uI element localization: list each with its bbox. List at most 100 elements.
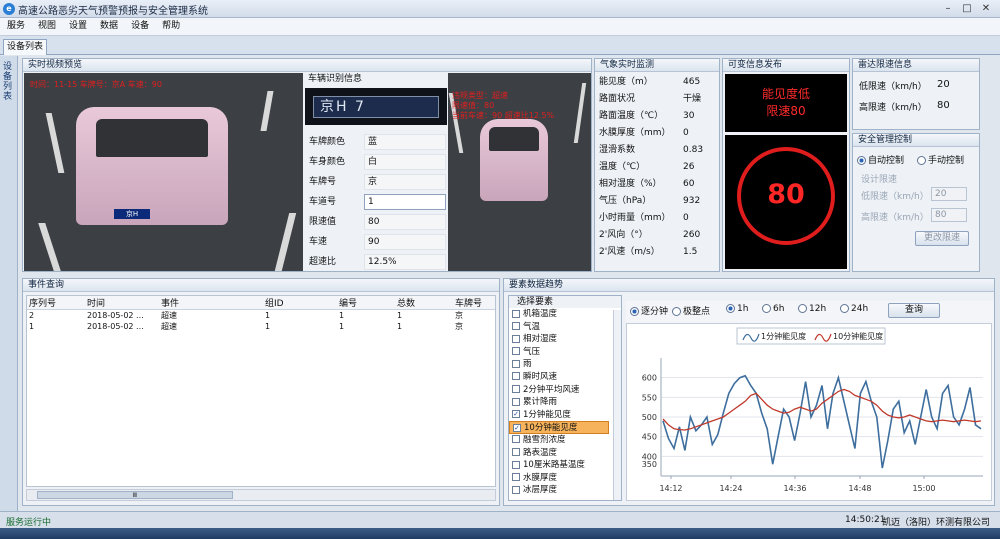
x-tick-label: 14:12 bbox=[659, 484, 682, 493]
menu-device[interactable]: 设备 bbox=[125, 18, 155, 35]
event-hscrollbar[interactable]: Ⅲ bbox=[26, 489, 496, 501]
close-icon[interactable]: ✕ bbox=[979, 2, 993, 15]
column-header[interactable]: 编号 bbox=[337, 296, 395, 310]
design-limit-label: 设计限速 bbox=[861, 175, 898, 185]
element-list-item[interactable]: 路表温度 bbox=[509, 447, 609, 460]
element-label: 气温 bbox=[523, 321, 541, 332]
element-list-item[interactable]: 气温 bbox=[509, 321, 609, 334]
service-status: 服务运行中 bbox=[6, 518, 52, 528]
column-header[interactable]: 时间 bbox=[85, 296, 159, 310]
element-list-item[interactable]: ✓ 10分钟能见度 bbox=[509, 421, 609, 434]
column-header[interactable]: 组ID bbox=[263, 296, 337, 310]
query-button[interactable]: 查询 bbox=[888, 303, 940, 318]
plate-row-color: 车牌颜色 蓝 bbox=[309, 133, 447, 151]
element-list-header: 选择要素 bbox=[509, 296, 621, 308]
table-cell: 1 bbox=[397, 311, 403, 320]
range-1h[interactable]: 1h bbox=[726, 304, 748, 314]
safety-panel-header: 安全管理控制 bbox=[853, 134, 979, 147]
column-header[interactable]: 总数 bbox=[395, 296, 453, 310]
minimize-icon[interactable]: – bbox=[941, 2, 955, 15]
snapshot-image[interactable]: 违规类型：超速 限速值：80 当前车速：90 超速比12.5% bbox=[448, 73, 591, 271]
y-tick-label: 350 bbox=[642, 460, 657, 469]
vms-line2: 限速80 bbox=[766, 104, 806, 118]
menu-settings[interactable]: 设置 bbox=[63, 18, 93, 35]
element-list-item[interactable]: 累计降雨 bbox=[509, 396, 609, 409]
menu-help[interactable]: 帮助 bbox=[156, 18, 186, 35]
range-12h[interactable]: 12h bbox=[798, 304, 826, 314]
checkbox-icon[interactable] bbox=[512, 372, 520, 381]
checkbox-icon[interactable] bbox=[512, 309, 520, 318]
checkbox-icon[interactable] bbox=[512, 347, 520, 356]
checkbox-icon[interactable]: ✓ bbox=[513, 423, 521, 432]
element-list-scrollbar[interactable] bbox=[613, 310, 621, 500]
menu-data[interactable]: 数据 bbox=[94, 18, 124, 35]
radio-manual-control[interactable]: 手动控制 bbox=[917, 153, 964, 166]
video-overlay-text: 时间：11-15 车牌号：京A 车速：90 bbox=[30, 80, 162, 89]
element-list-item[interactable]: 相对湿度 bbox=[509, 333, 609, 346]
plate-row-number: 车牌号 京 bbox=[309, 173, 447, 191]
design-low-input[interactable]: 20 bbox=[931, 187, 967, 201]
radio-dot-icon bbox=[917, 156, 926, 165]
trend-panel-header: 要素数据趋势 bbox=[504, 279, 994, 292]
checkbox-icon[interactable] bbox=[512, 322, 520, 331]
checkbox-icon[interactable] bbox=[512, 334, 520, 343]
element-list-item[interactable]: 瞬时风速 bbox=[509, 371, 609, 384]
range-6h[interactable]: 6h bbox=[762, 304, 784, 314]
weather-row: 相对湿度（%） 60 bbox=[599, 176, 717, 193]
tab-device-list[interactable]: 设备列表 bbox=[3, 39, 47, 55]
change-limit-button[interactable]: 更改限速 bbox=[915, 231, 969, 246]
design-high-input[interactable]: 80 bbox=[931, 208, 967, 222]
checkbox-icon[interactable] bbox=[512, 359, 520, 368]
element-list-item[interactable]: 水膜厚度 bbox=[509, 472, 609, 485]
checkbox-icon[interactable] bbox=[512, 397, 520, 406]
element-list-item[interactable]: 冰层厚度 bbox=[509, 484, 609, 497]
checkbox-icon[interactable] bbox=[512, 435, 520, 444]
table-row[interactable]: 1 2018-05-02 ... 超速 1 1 1 京 bbox=[27, 321, 495, 332]
element-list-item[interactable]: 2分钟平均风速 bbox=[509, 384, 609, 397]
event-table-container: 序列号 时间 事件 组ID 编号 总数 车牌号 2 2018-05-02 ... 超速 1 1 1 京 1… bbox=[26, 295, 496, 487]
main-video-feed[interactable]: 京H 时间：11-15 车牌号：京A 车速：90 bbox=[24, 73, 303, 271]
element-list-item[interactable]: 融雪剂浓度 bbox=[509, 434, 609, 447]
element-label: 2分钟平均风速 bbox=[523, 384, 580, 395]
element-list-item[interactable]: 气压 bbox=[509, 346, 609, 359]
range-24h[interactable]: 24h bbox=[840, 304, 868, 314]
element-label: 1分钟能见度 bbox=[523, 409, 571, 420]
checkbox-icon[interactable] bbox=[512, 448, 520, 457]
menu-bar: 服务 视图 设置 数据 设备 帮助 bbox=[0, 18, 1000, 36]
element-list-item[interactable]: ✓ 1分钟能见度 bbox=[509, 409, 609, 422]
maximize-icon[interactable]: □ bbox=[960, 2, 974, 15]
checkbox-icon[interactable]: ✓ bbox=[512, 410, 520, 419]
element-label: 雨 bbox=[523, 359, 532, 370]
element-label: 10分钟能见度 bbox=[524, 423, 578, 434]
left-dock-tab-label: 设备列表 bbox=[3, 62, 13, 102]
element-label: 机箱温度 bbox=[523, 309, 558, 319]
checkbox-icon[interactable] bbox=[512, 485, 520, 494]
mode-hourly[interactable]: 极整点 bbox=[672, 304, 710, 317]
weather-label: 气压（hPa） bbox=[599, 196, 652, 206]
status-company: 凯迈（洛阳）环测有限公司 bbox=[882, 518, 991, 528]
table-row[interactable]: 2 2018-05-02 ... 超速 1 1 1 京 bbox=[27, 310, 495, 322]
element-list-item[interactable]: 10厘米路基温度 bbox=[509, 459, 609, 472]
mode-per-minute[interactable]: 逐分钟 bbox=[630, 304, 668, 317]
scroll-thumb[interactable]: Ⅲ bbox=[37, 491, 233, 499]
checkbox-icon[interactable] bbox=[512, 473, 520, 482]
checkbox-icon[interactable] bbox=[512, 385, 520, 394]
checkbox-icon[interactable] bbox=[512, 460, 520, 469]
plate-image-text: 京H 7 bbox=[313, 96, 439, 118]
radar-high-value: 80 bbox=[937, 100, 950, 111]
column-header[interactable]: 序列号 bbox=[27, 296, 85, 310]
table-cell: 1 bbox=[265, 322, 271, 331]
menu-view[interactable]: 视图 bbox=[32, 18, 62, 35]
element-label: 路表温度 bbox=[523, 447, 558, 458]
weather-panel: 气象实时监测 能见度（m） 465 路面状况 干燥 路面温度（℃） 30 水膜厚度（mm） 0… bbox=[594, 58, 720, 272]
column-header[interactable]: 车牌号 bbox=[453, 296, 495, 310]
element-list-item[interactable]: 雨 bbox=[509, 358, 609, 371]
radio-auto-control[interactable]: 自动控制 bbox=[857, 153, 904, 166]
column-header[interactable]: 事件 bbox=[159, 296, 263, 310]
left-dock-tab[interactable]: 设备列表 bbox=[0, 56, 18, 511]
weather-row: 路面状况 干燥 bbox=[599, 91, 717, 108]
chart-canvas: 1分钟能见度 10分钟能见度 400 450 500 550 600 350 14:12 14:2… bbox=[626, 323, 992, 501]
menu-service[interactable]: 服务 bbox=[1, 18, 31, 35]
x-tick-label: 14:36 bbox=[783, 484, 806, 493]
element-list-item[interactable]: 机箱温度 bbox=[509, 308, 609, 321]
